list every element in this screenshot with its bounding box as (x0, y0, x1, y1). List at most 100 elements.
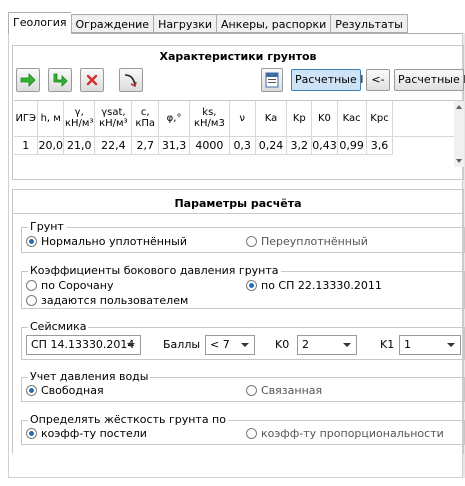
col-header-gamma-text: γ, кН/м³ (64, 107, 94, 130)
k1-select[interactable]: 1 (399, 335, 461, 355)
col-header-gamma-sat-text: γsat, кН/м³ (99, 107, 128, 130)
col-header-h[interactable]: h, м (37, 101, 64, 137)
chevron-down-icon (343, 343, 351, 347)
tab-results[interactable]: Результаты (330, 14, 408, 33)
col-header-gamma-sat[interactable]: γsat, кН/м³ (94, 101, 133, 137)
radio-subgrade-coefficient[interactable]: коэфф-ту постели (26, 427, 147, 440)
col-header-ks-text: ks, кН/м3 (193, 107, 225, 130)
calc-values-ii-button[interactable]: Расчетные II (394, 69, 465, 91)
radio-label: Свободная (41, 384, 104, 397)
table-cell[interactable]: 4000 (189, 136, 230, 155)
radio-sorochan[interactable]: по Сорочану (26, 279, 113, 292)
col-header-nu[interactable]: ν (229, 101, 256, 137)
col-header-kp[interactable]: Kp (286, 101, 313, 137)
params-panel-title: Параметры расчёта (174, 197, 302, 210)
col-header-ige[interactable]: ИГЭ (14, 101, 39, 137)
table-cell[interactable]: 3,2 (286, 136, 313, 155)
radio-indicator (26, 236, 37, 247)
table-cell[interactable]: 31,3 (158, 136, 190, 155)
stiffness-group: Определять жёсткость грунта по коэфф-ту … (21, 413, 465, 445)
seismic-norm-select[interactable]: СП 14.13330.2014 (26, 335, 141, 355)
radio-label: по Сорочану (41, 279, 114, 292)
copy-back-button[interactable]: <- (366, 69, 390, 91)
radio-sp-22-13330[interactable]: по СП 22.13330.2011 (246, 279, 382, 292)
radio-overconsolidated[interactable]: Переуплотнённый (246, 235, 368, 248)
stiffness-legend: Определять жёсткость грунта по (28, 413, 228, 426)
chevron-down-icon (447, 343, 455, 347)
soil-panel-title: Характеристики грунтов (159, 50, 317, 63)
col-header-gamma[interactable]: γ, кН/м³ (63, 101, 96, 137)
soil-characteristics-panel: Характеристики грунтов Расчетные I <- Ра… (12, 45, 465, 180)
water-pressure-group: Учет давления воды Свободная Связанная (21, 370, 465, 402)
col-header-c[interactable]: c, кПа (131, 101, 160, 137)
edit-curve-button[interactable] (119, 68, 143, 92)
k0-value: 2 (302, 338, 309, 351)
radio-indicator (246, 280, 257, 291)
arrow-right-icon (20, 73, 36, 87)
col-header-ka[interactable]: Ka (255, 101, 288, 137)
soil-type-group: Грунт Нормально уплотнённый Переуплотнён… (21, 220, 465, 253)
k0-select[interactable]: 2 (297, 335, 357, 355)
table-scrollbar[interactable] (454, 101, 464, 167)
delete-x-icon (86, 74, 98, 86)
table-cell[interactable]: 0,24 (255, 136, 288, 155)
insert-row-button[interactable] (48, 68, 72, 92)
radio-indicator (246, 236, 257, 247)
k1-label: K1 (380, 338, 395, 351)
table-cell[interactable]: 22,4 (94, 136, 133, 155)
table-cell[interactable]: 0,3 (229, 136, 256, 155)
radio-proportionality-coefficient[interactable]: коэфф-ту пропорциональности (246, 427, 444, 440)
radio-indicator (246, 428, 257, 439)
sheet-button[interactable] (261, 68, 283, 92)
table-cell[interactable]: 0,43 (311, 136, 338, 155)
calc-params-panel: Параметры расчёта Грунт Нормально уплотн… (12, 189, 465, 454)
table-cell[interactable]: 1 (14, 136, 39, 155)
radio-indicator (26, 280, 37, 291)
table-row[interactable]: 1 20,0 21,0 22,4 2,7 31,3 4000 0,3 0,24 … (14, 136, 463, 155)
col-header-phi[interactable]: φ,° (158, 101, 190, 137)
radio-indicator (246, 385, 257, 396)
table-cell[interactable]: 3,6 (366, 136, 394, 155)
add-row-button[interactable] (16, 68, 40, 92)
radio-label: Нормально уплотнённый (41, 235, 188, 248)
chevron-down-icon (127, 343, 135, 347)
table-cell[interactable]: 21,0 (63, 136, 96, 155)
points-label: Баллы (163, 338, 201, 351)
col-header-filler (392, 101, 463, 137)
tab-loads[interactable]: Нагрузки (153, 14, 217, 33)
lateral-pressure-legend: Коэффициенты бокового давления грунта (28, 264, 281, 277)
radio-user-defined[interactable]: задаются пользователем (26, 294, 188, 307)
points-value: < 7 (210, 338, 230, 351)
seismic-norm-value: СП 14.13330.2014 (31, 338, 135, 351)
tab-anchors[interactable]: Анкеры, распорки (216, 14, 331, 33)
scroll-down-icon[interactable] (456, 159, 462, 163)
curve-arrow-icon (124, 74, 137, 88)
delete-row-button[interactable] (80, 68, 104, 92)
radio-bound-water[interactable]: Связанная (246, 384, 322, 397)
tab-geology[interactable]: Геология (8, 12, 71, 34)
col-header-ks[interactable]: ks, кН/м3 (189, 101, 230, 137)
radio-normally-consolidated[interactable]: Нормально уплотнённый (26, 235, 187, 248)
table-cell[interactable]: 0,99 (337, 136, 367, 155)
points-select[interactable]: < 7 (205, 335, 255, 355)
divider (13, 213, 463, 214)
tab-enclosure[interactable]: Ограждение (70, 14, 154, 33)
col-header-kpc[interactable]: Kpc (366, 101, 394, 137)
table-cell[interactable]: 2,7 (131, 136, 160, 155)
radio-free-water[interactable]: Свободная (26, 384, 104, 397)
col-header-c-text: c, кПа (135, 107, 156, 130)
soil-type-legend: Грунт (28, 220, 66, 233)
water-pressure-legend: Учет давления воды (28, 370, 151, 383)
radio-indicator (26, 428, 37, 439)
calc-values-i-button[interactable]: Расчетные I (291, 69, 363, 91)
soil-table: ИГЭ h, м γ, кН/м³ γsat, кН/м³ c, кПа φ,°… (14, 100, 463, 155)
k1-value: 1 (404, 338, 411, 351)
col-header-kac[interactable]: Kac (337, 101, 367, 137)
arrow-down-right-icon (53, 73, 68, 87)
table-cell[interactable]: 20,0 (37, 136, 64, 155)
tab-strip: Геология Ограждение Нагрузки Анкеры, рас… (8, 12, 408, 34)
scroll-up-icon[interactable] (456, 105, 462, 109)
col-header-k0[interactable]: K0 (311, 101, 338, 137)
lateral-pressure-group: Коэффициенты бокового давления грунта по… (21, 264, 465, 309)
k0-label: K0 (275, 338, 290, 351)
